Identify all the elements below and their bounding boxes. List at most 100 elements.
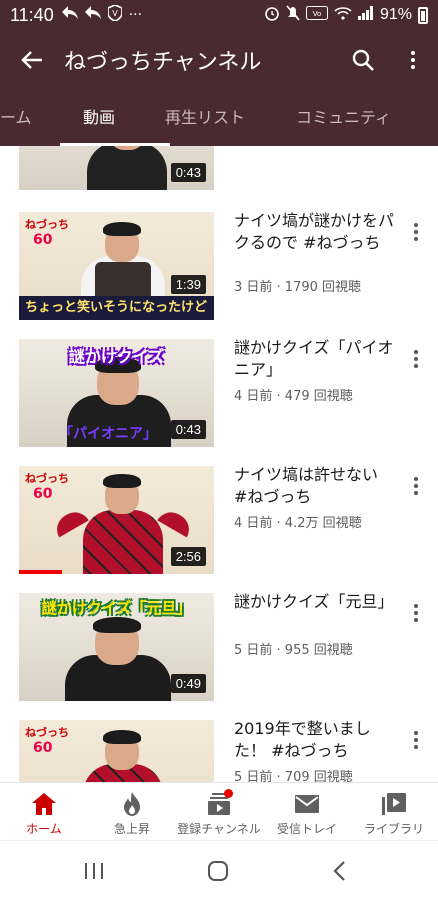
- nav-inbox[interactable]: 受信トレイ: [263, 783, 351, 841]
- video-list[interactable]: 0:43 ねづっち 60 ちょっと笑いそうになったけど 1:39 ナイツ塙が謎か…: [0, 146, 438, 782]
- thumb-person: [83, 510, 163, 574]
- shield-icon: V: [106, 4, 123, 25]
- status-system-icons: Vo 91%: [264, 4, 428, 26]
- video-row[interactable]: ねづっち 60 ちょっと笑いそうになったけど 1:39 ナイツ塙が謎かけをパクる…: [0, 210, 438, 322]
- video-more-button[interactable]: [404, 728, 428, 752]
- library-icon: [382, 793, 406, 815]
- home-circle-icon: [208, 861, 228, 881]
- more-vert-icon: [411, 51, 415, 69]
- alarm-icon: [264, 5, 280, 26]
- video-thumbnail[interactable]: ねづっち 60 2:56: [19, 466, 214, 574]
- back-button[interactable]: [0, 30, 64, 90]
- trending-flame-icon: [124, 792, 140, 816]
- back-arrow-icon: [21, 51, 42, 69]
- thumb-title-text: 謎かけクイズ: [68, 347, 165, 366]
- svg-text:60: 60: [33, 232, 53, 248]
- video-duration: 2:56: [170, 547, 206, 566]
- tab-videos[interactable]: 動画: [83, 90, 115, 146]
- status-bar: 11:40 V ··· Vo 91%: [0, 0, 438, 30]
- svg-text:V: V: [112, 9, 118, 18]
- video-meta: 4 日前 · 479 回視聴: [234, 389, 353, 404]
- home-system-button[interactable]: [178, 841, 258, 900]
- video-row[interactable]: ねづっち 60 2:56 ナイツ塙は許せない #ねづっち 4 日前 · 4.2万…: [0, 464, 438, 576]
- thumb-hair: [93, 617, 141, 633]
- video-title[interactable]: ナイツ塙は許せない #ねづっち: [234, 464, 394, 508]
- thumb-hair: [103, 730, 141, 744]
- nav-trending[interactable]: 急上昇: [88, 783, 176, 841]
- thumb-person: [87, 146, 167, 190]
- svg-text:Vo: Vo: [313, 10, 322, 18]
- back-system-button[interactable]: [300, 841, 380, 900]
- nav-subscriptions[interactable]: 登録チャンネル: [175, 783, 263, 841]
- video-meta: 3 日前 · 1790 回視聴: [234, 280, 362, 295]
- svg-text:60: 60: [33, 740, 53, 756]
- search-button[interactable]: [338, 30, 388, 90]
- subscriptions-icon: [205, 789, 233, 817]
- thumb-hair: [103, 222, 141, 236]
- nezucchi-60-logo: ねづっち 60: [25, 471, 69, 502]
- video-more-button[interactable]: [404, 347, 428, 371]
- thumb-caption: ちょっと笑いそうになったけど: [19, 296, 214, 320]
- video-row[interactable]: ねづっち 60 2019年で整いました！ #ねづっち 5 日前 · 709 回視…: [0, 718, 438, 782]
- nezucchi-60-logo: ねづっち 60: [25, 217, 69, 248]
- tab-playlists[interactable]: 再生リスト: [165, 90, 245, 146]
- nezucchi-60-logo: ねづっち 60: [25, 725, 69, 756]
- video-row[interactable]: 0:43: [0, 146, 438, 192]
- video-row[interactable]: 謎かけクイズ「元旦」 0:49 謎かけクイズ「元旦」 5 日前 · 955 回視…: [0, 591, 438, 703]
- more-vert-icon: [414, 604, 418, 622]
- video-more-button[interactable]: [404, 474, 428, 498]
- battery-icon: [418, 6, 428, 24]
- video-meta: 5 日前 · 709 回視聴: [234, 770, 353, 782]
- more-vert-icon: [414, 350, 418, 368]
- nav-home[interactable]: ホーム: [0, 783, 88, 841]
- thumb-answer-text: 「パイオニア」: [59, 426, 157, 442]
- thumb-arm-right: [157, 506, 195, 538]
- video-meta: 5 日前 · 955 回視聴: [234, 643, 353, 658]
- tab-home[interactable]: ーム: [0, 90, 32, 146]
- nav-label: ライブラリ: [363, 822, 424, 836]
- video-title[interactable]: ナイツ塙が謎かけをパクるので #ねづっち: [234, 210, 394, 254]
- reply-icon: [61, 6, 78, 24]
- video-thumbnail[interactable]: ねづっち 60: [19, 720, 214, 782]
- signal-icon: [357, 5, 374, 25]
- channel-tabs: ーム 動画 再生リスト コミュニティ: [0, 90, 438, 146]
- video-duration: 0:43: [170, 420, 206, 439]
- svg-text:60: 60: [33, 486, 53, 502]
- watch-progress-bar: [19, 570, 62, 574]
- notification-dot: [224, 789, 233, 798]
- video-thumbnail[interactable]: ねづっち 60 ちょっと笑いそうになったけど 1:39: [19, 212, 214, 320]
- recent-apps-button[interactable]: [54, 841, 134, 900]
- video-thumbnail[interactable]: 謎かけクイズ「元旦」 0:49: [19, 593, 214, 701]
- mute-icon: [286, 4, 300, 26]
- nav-label: ホーム: [26, 822, 62, 836]
- svg-text:ねづっち: ねづっち: [25, 725, 69, 739]
- more-options-button[interactable]: [388, 30, 438, 90]
- reply-all-icon: [84, 6, 101, 24]
- nav-library[interactable]: ライブラリ: [350, 783, 438, 841]
- tab-community[interactable]: コミュニティ: [296, 90, 391, 146]
- nav-label: 登録チャンネル: [177, 822, 261, 836]
- more-vert-icon: [414, 477, 418, 495]
- more-notifications-icon: ···: [128, 7, 143, 23]
- nav-label: 急上昇: [113, 822, 150, 836]
- thumb-hair: [103, 474, 141, 488]
- recent-apps-icon: [85, 863, 103, 879]
- video-thumbnail[interactable]: 0:43: [19, 146, 214, 190]
- app-screen: 11:40 V ··· Vo 91% ねづっちチャンネル ーム 動画 再生リスト…: [0, 0, 438, 900]
- video-title[interactable]: 2019年で整いました！ #ねづっち: [234, 718, 394, 762]
- video-more-button[interactable]: [404, 220, 428, 244]
- video-meta: 4 日前 · 4.2万 回視聴: [234, 516, 362, 531]
- back-chevron-icon: [333, 861, 345, 881]
- battery-percent: 91%: [379, 6, 412, 23]
- video-duration: 0:49: [170, 674, 206, 693]
- video-more-button[interactable]: [404, 601, 428, 625]
- video-thumbnail[interactable]: 謎かけクイズ 「パイオニア」 0:43: [19, 339, 214, 447]
- status-time: 11:40: [10, 4, 54, 25]
- status-notification-icons: V ···: [61, 4, 143, 25]
- video-title[interactable]: 謎かけクイズ「パイオニア」: [234, 337, 394, 381]
- more-vert-icon: [414, 223, 418, 241]
- video-row[interactable]: 謎かけクイズ 「パイオニア」 0:43 謎かけクイズ「パイオニア」 4 日前 ·…: [0, 337, 438, 449]
- video-title[interactable]: 謎かけクイズ「元旦」: [234, 591, 394, 613]
- inbox-mail-icon: [295, 795, 319, 813]
- video-duration: 0:43: [170, 163, 206, 182]
